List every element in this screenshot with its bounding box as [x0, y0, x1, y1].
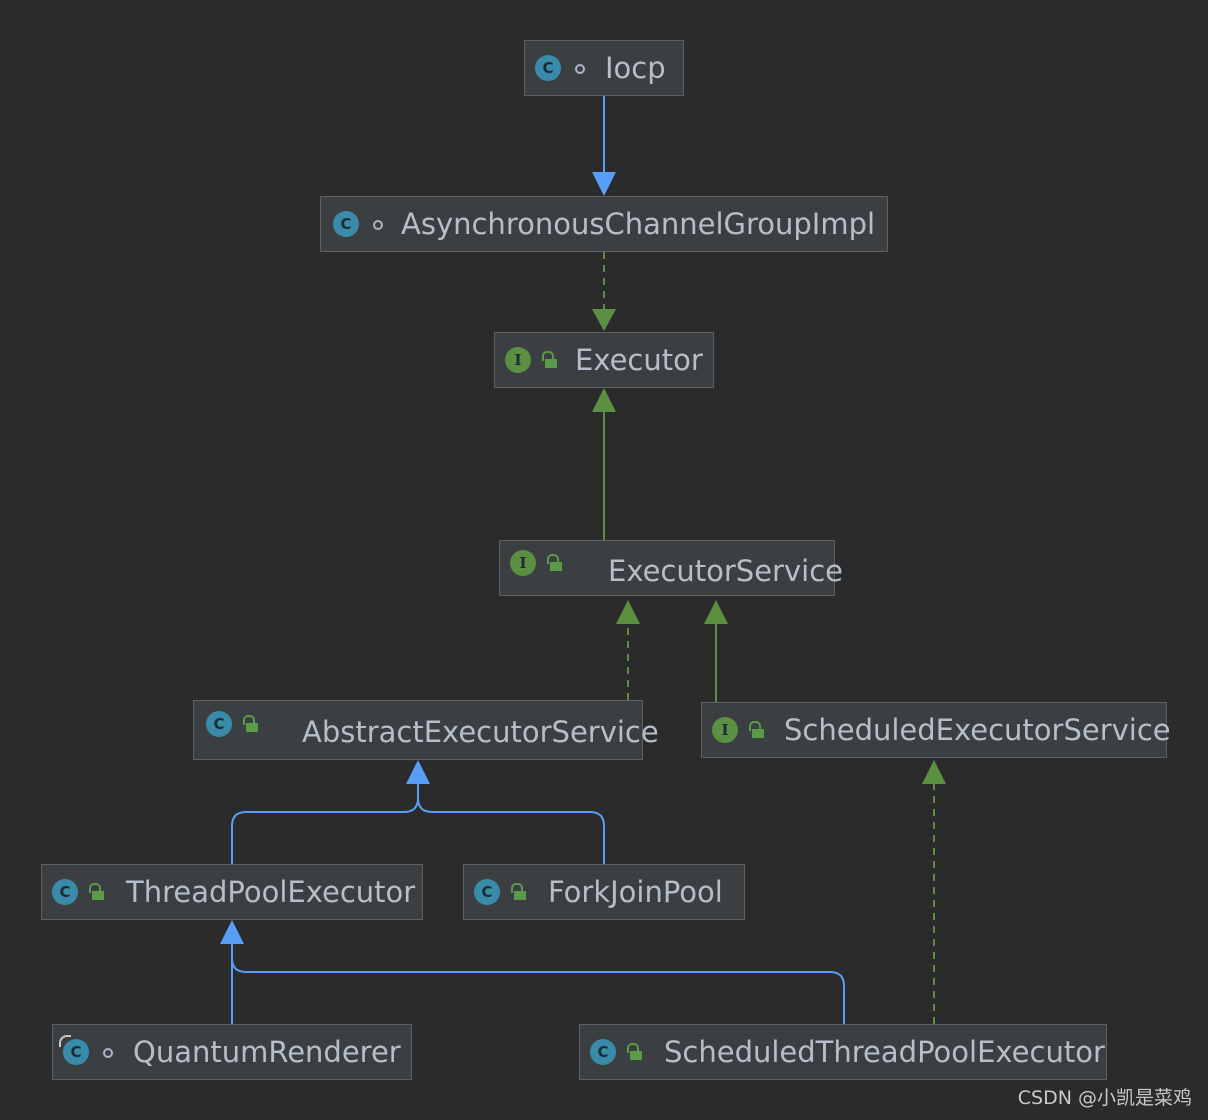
node-executor-service[interactable]: I ExecutorService	[499, 540, 843, 596]
watermark: CSDN @小凯是菜鸡	[1017, 1087, 1192, 1109]
node-label: ForkJoinPool	[548, 875, 723, 909]
node-abstract-executor-service[interactable]: C AbstractExecutorService	[193, 700, 659, 760]
class-icon: C	[52, 879, 78, 905]
arrowhead-ses	[922, 760, 946, 784]
arrowhead-aes	[406, 760, 430, 784]
node-label: AsynchronousChannelGroupImpl	[401, 207, 876, 241]
arrowhead-tpe	[220, 920, 244, 944]
node-label: ScheduledThreadPoolExecutor	[664, 1035, 1105, 1069]
edge-stpe-extends-tpe	[231, 957, 845, 1024]
node-fork-join-pool[interactable]: C ForkJoinPool	[463, 864, 745, 920]
node-label: Executor	[575, 343, 703, 377]
node-label: ScheduledExecutorService	[784, 713, 1171, 747]
edge-fjp-extends-aes	[417, 797, 605, 864]
node-label: ExecutorService	[608, 554, 843, 588]
node-label: QuantumRenderer	[133, 1035, 401, 1069]
arrowhead-acgi	[592, 172, 616, 196]
public-icon	[544, 553, 564, 573]
final-class-icon: C	[59, 1035, 89, 1065]
node-asynchronous-channel-group-impl[interactable]: C AsynchronousChannelGroupImpl	[320, 196, 888, 252]
node-label: Iocp	[605, 51, 666, 85]
node-scheduled-thread-pool-executor[interactable]: C ScheduledThreadPoolExecutor	[579, 1024, 1107, 1080]
package-private-icon	[367, 214, 387, 234]
edge-tpe-extends-aes	[231, 782, 419, 864]
class-icon: C	[535, 55, 561, 81]
package-private-icon	[569, 58, 589, 78]
node-label: ThreadPoolExecutor	[126, 875, 416, 909]
abstract-class-icon: C	[203, 710, 235, 738]
public-icon	[508, 882, 528, 902]
abstract-class-icon: C	[330, 210, 362, 238]
arrowhead-executor-top	[592, 309, 616, 331]
node-label: AbstractExecutorService	[302, 715, 659, 749]
public-icon	[539, 350, 559, 370]
arrowhead-executor-bottom	[592, 388, 616, 412]
class-icon: C	[474, 879, 500, 905]
class-icon: C	[590, 1039, 616, 1065]
arrowhead-es-right	[704, 600, 728, 624]
public-icon	[240, 714, 260, 734]
interface-icon: I	[712, 717, 738, 743]
package-private-icon	[97, 1042, 117, 1062]
public-icon	[86, 882, 106, 902]
node-thread-pool-executor[interactable]: C ThreadPoolExecutor	[41, 864, 423, 920]
node-iocp[interactable]: C Iocp	[524, 40, 684, 96]
node-scheduled-executor-service[interactable]: I ScheduledExecutorService	[701, 702, 1171, 758]
public-icon	[746, 720, 766, 740]
interface-icon: I	[510, 550, 536, 576]
interface-icon: I	[505, 347, 531, 373]
arrowhead-es-left	[616, 600, 640, 624]
node-quantum-renderer[interactable]: C QuantumRenderer	[52, 1024, 412, 1080]
public-icon	[624, 1042, 644, 1062]
node-executor[interactable]: I Executor	[494, 332, 714, 388]
